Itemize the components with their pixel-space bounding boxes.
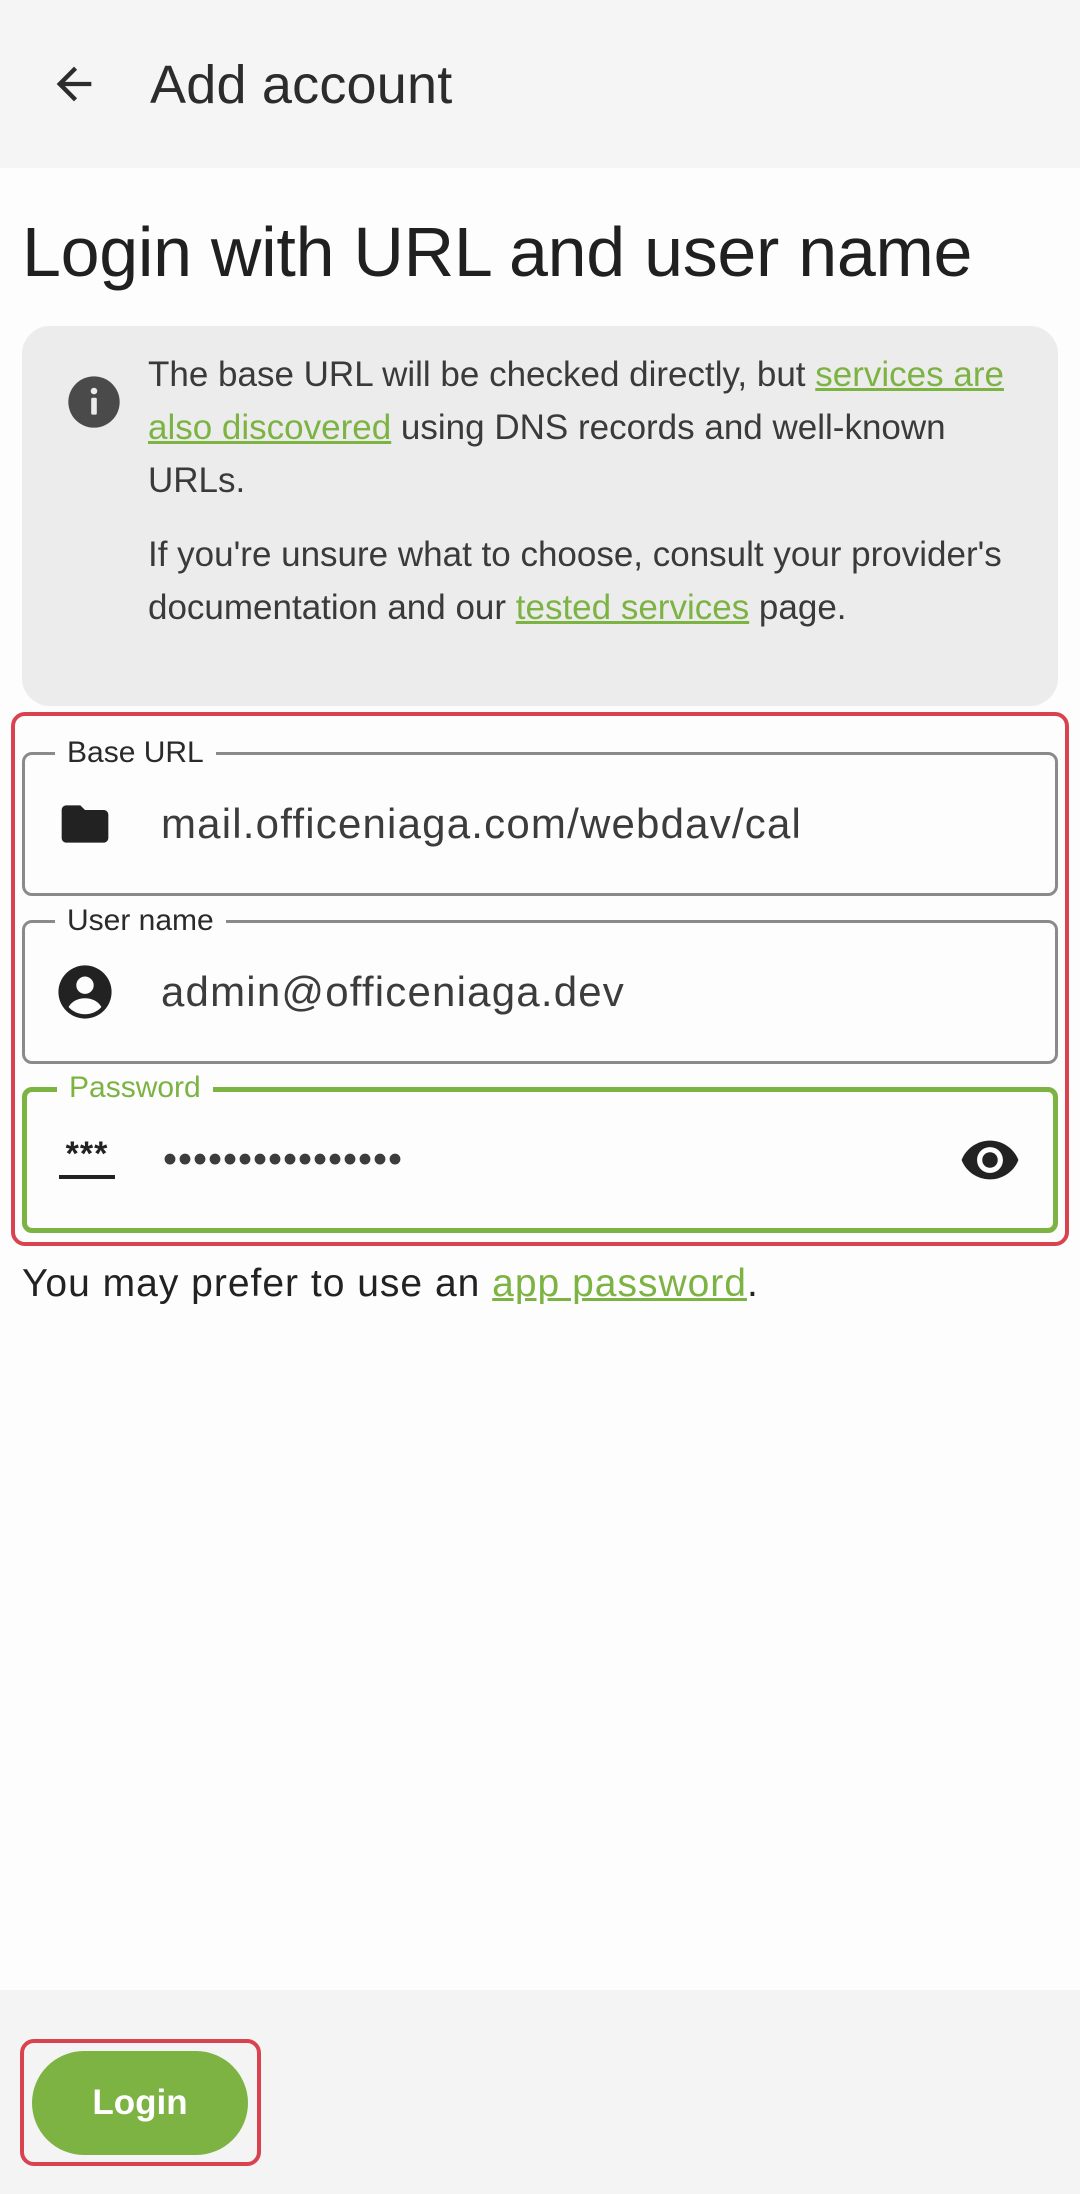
user-name-field[interactable]: User name admin@officeniaga.dev (22, 904, 1058, 1064)
hint-text: You may prefer to use an (22, 1262, 493, 1305)
arrow-back-icon (56, 66, 92, 102)
info-paragraph-2: If you're unsure what to choose, consult… (148, 528, 1028, 634)
page-title: Login with URL and user name (22, 213, 973, 291)
password-icon-stars: *** (65, 1135, 109, 1173)
back-button[interactable] (34, 44, 114, 124)
hint-text: . (747, 1262, 759, 1305)
info-text-span: The base URL will be checked directly, b… (148, 355, 816, 394)
base-url-input[interactable]: mail.officeniaga.com/webdav/cal (161, 800, 955, 848)
account-circle-icon (55, 962, 115, 1022)
add-account-screen: Add account Login with URL and user name… (0, 0, 1080, 2194)
password-input[interactable]: •••••••••••••••• (163, 1138, 953, 1183)
app-password-link[interactable]: app password (492, 1262, 747, 1305)
app-password-hint: You may prefer to use an app password. (22, 1262, 759, 1306)
app-bar-title: Add account (150, 55, 453, 115)
info-text: The base URL will be checked directly, b… (148, 348, 1028, 634)
info-icon (68, 376, 120, 428)
user-name-label: User name (55, 904, 226, 938)
tested-services-link[interactable]: tested services (516, 588, 749, 627)
user-name-input[interactable]: admin@officeniaga.dev (161, 968, 955, 1016)
info-card: The base URL will be checked directly, b… (22, 326, 1058, 706)
password-label: Password (57, 1071, 213, 1105)
base-url-label: Base URL (55, 736, 216, 770)
eye-icon (961, 1140, 1019, 1180)
top-app-bar: Add account (0, 0, 1080, 168)
password-icon-underline (59, 1175, 115, 1179)
password-icon: *** (57, 1130, 117, 1190)
info-text-span: page. (749, 588, 847, 627)
password-field[interactable]: Password *** •••••••••••••••• (22, 1071, 1058, 1233)
base-url-field[interactable]: Base URL mail.officeniaga.com/webdav/cal (22, 736, 1058, 896)
folder-icon (55, 794, 115, 854)
info-paragraph-1: The base URL will be checked directly, b… (148, 348, 1028, 507)
toggle-password-visibility-button[interactable] (955, 1125, 1025, 1195)
login-button[interactable]: Login (32, 2051, 248, 2155)
